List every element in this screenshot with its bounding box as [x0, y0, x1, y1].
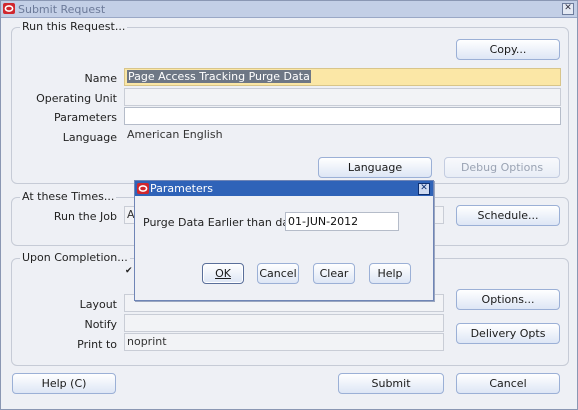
oracle-logo-icon: [137, 183, 149, 194]
dialog-title-bar: Parameters ✕: [135, 181, 433, 196]
parameters-dialog: Parameters ✕ Purge Data Earlier than dat…: [134, 180, 434, 301]
name-field[interactable]: Page Access Tracking Purge Data: [124, 68, 561, 86]
notify-label: Notify: [84, 318, 117, 331]
parameters-label: Parameters: [54, 111, 117, 124]
ok-button-label: OK: [215, 267, 231, 280]
delivery-opts-button[interactable]: Delivery Opts: [456, 323, 560, 344]
language-settings-button[interactable]: Language Settings...: [318, 157, 432, 193]
cancel-button[interactable]: Cancel: [456, 373, 560, 394]
language-label: Language: [62, 131, 117, 144]
parameters-field[interactable]: [124, 107, 561, 125]
operating-unit-label: Operating Unit: [36, 92, 117, 105]
submit-request-window: Submit Request ✕ Run this Request... Cop…: [0, 0, 578, 410]
layout-label: Layout: [79, 298, 117, 311]
run-request-title: Run this Request...: [20, 20, 128, 33]
close-icon[interactable]: ✕: [562, 3, 574, 15]
purge-date-field[interactable]: 01-JUN-2012: [285, 212, 399, 231]
dialog-close-icon[interactable]: ✕: [418, 183, 430, 195]
clear-button[interactable]: Clear: [313, 263, 355, 284]
name-label: Name: [84, 72, 117, 85]
schedule-button[interactable]: Schedule...: [456, 205, 560, 226]
title-bar: Submit Request ✕: [1, 1, 577, 18]
window-title: Submit Request: [18, 3, 106, 16]
notify-field[interactable]: [124, 314, 444, 332]
dialog-title: Parameters: [150, 182, 213, 195]
debug-options-button[interactable]: Debug Options: [444, 157, 560, 178]
completion-title: Upon Completion...: [20, 251, 130, 264]
purge-date-label: Purge Data Earlier than date :: [143, 216, 308, 229]
dialog-help-button[interactable]: Help: [369, 263, 411, 284]
print-to-field[interactable]: noprint: [124, 333, 444, 351]
print-to-label: Print to: [77, 338, 117, 351]
options-button[interactable]: Options...: [456, 289, 560, 310]
ok-button[interactable]: OK: [202, 263, 244, 284]
dialog-cancel-button[interactable]: Cancel: [257, 263, 299, 284]
name-field-value: Page Access Tracking Purge Data: [127, 70, 311, 83]
at-times-title: At these Times...: [20, 190, 117, 203]
copy-button[interactable]: Copy...: [456, 39, 560, 60]
submit-button[interactable]: Submit: [338, 373, 444, 394]
oracle-logo-icon: [3, 3, 15, 14]
help-button[interactable]: Help (C): [12, 373, 116, 394]
operating-unit-field[interactable]: [124, 88, 561, 106]
run-job-label: Run the Job: [53, 210, 117, 223]
language-field[interactable]: American English: [124, 126, 561, 144]
save-output-checkbox[interactable]: ✔: [125, 267, 134, 276]
